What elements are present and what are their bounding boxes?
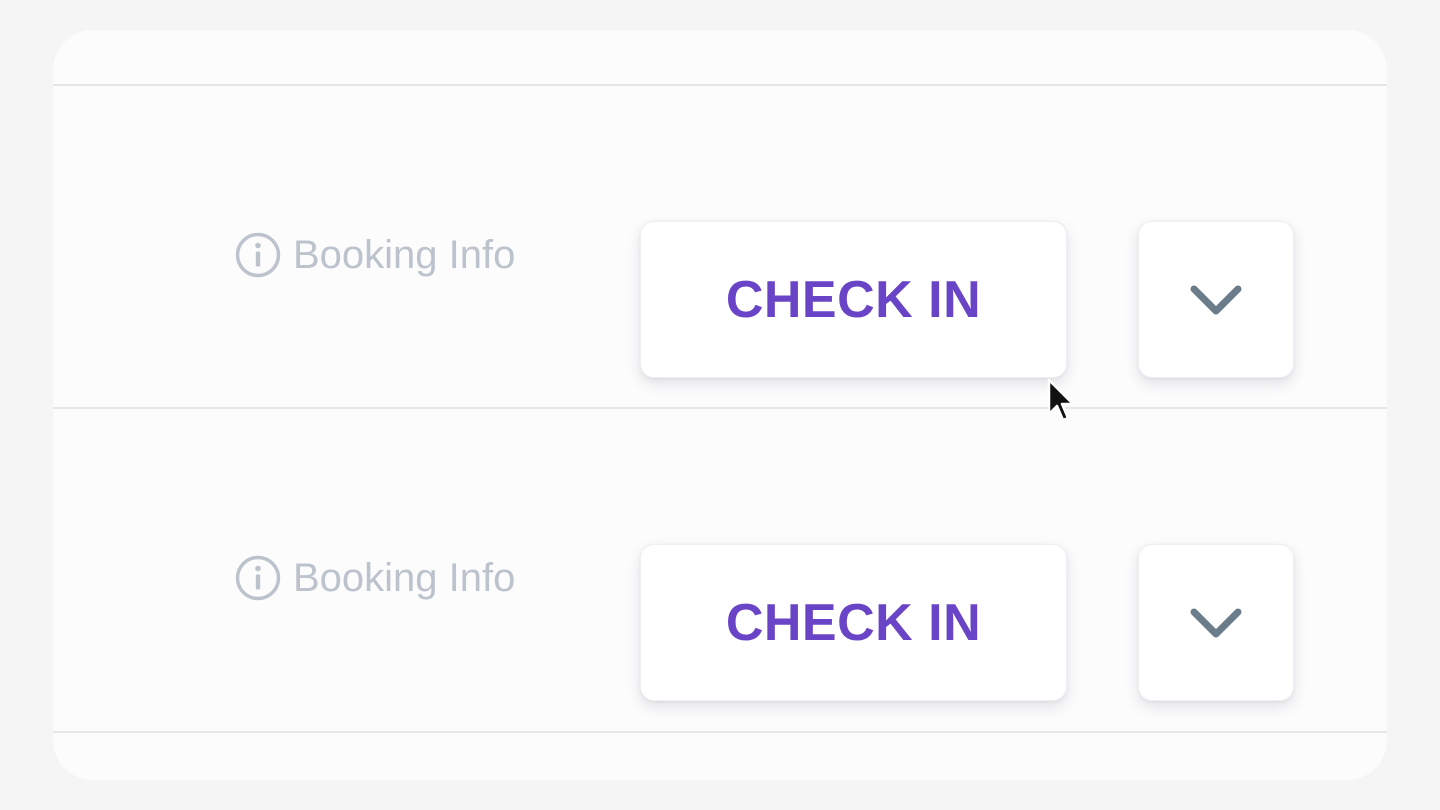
- booking-row: Booking Info CHECK IN: [53, 86, 1387, 406]
- booking-info-label: Booking Info: [293, 555, 516, 600]
- check-in-button[interactable]: CHECK IN: [640, 221, 1067, 378]
- booking-info-link[interactable]: Booking Info: [235, 232, 515, 278]
- check-in-label: CHECK IN: [725, 593, 982, 652]
- chevron-down-icon: [1189, 606, 1243, 640]
- chevron-down-icon: [1189, 283, 1243, 317]
- check-in-button[interactable]: CHECK IN: [640, 544, 1067, 701]
- booking-info-label: Booking Info: [293, 232, 516, 277]
- booking-row: Booking Info CHECK IN: [53, 409, 1387, 729]
- more-options-dropdown-button[interactable]: [1138, 221, 1294, 378]
- row-divider: [53, 731, 1387, 733]
- info-circle-icon: [235, 555, 281, 601]
- info-circle-icon: [235, 232, 281, 278]
- check-in-label: CHECK IN: [725, 270, 982, 329]
- booking-info-link[interactable]: Booking Info: [235, 555, 515, 601]
- booking-list-card: Booking Info CHECK IN Booking Info CHECK…: [53, 30, 1387, 780]
- more-options-dropdown-button[interactable]: [1138, 544, 1294, 701]
